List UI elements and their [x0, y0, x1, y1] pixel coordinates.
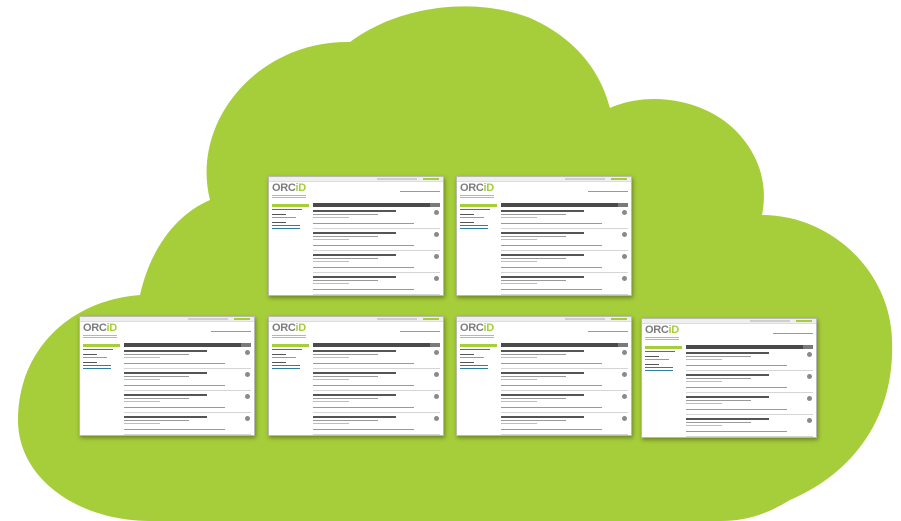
- more-icon: [434, 372, 439, 377]
- more-icon: [622, 372, 627, 377]
- employment-section: [313, 203, 440, 295]
- employment-entry: [313, 273, 440, 295]
- profile-sidebar: [645, 345, 682, 371]
- employment-entry: [124, 369, 251, 391]
- employment-entry: [686, 371, 813, 393]
- orcid-logo: ORCiD: [460, 322, 494, 334]
- employment-entry: [686, 415, 813, 437]
- orcid-id-bar: [83, 344, 120, 347]
- illustration-stage: ORCiD ORCiD ORCiD ORCiD ORCiD ORCiD: [0, 0, 901, 521]
- employment-entry: [501, 251, 628, 273]
- employment-entry: [124, 347, 251, 369]
- logo-tagline: [272, 195, 306, 201]
- logo-tagline: [272, 335, 306, 341]
- employment-entry: [501, 229, 628, 251]
- more-icon: [245, 350, 250, 355]
- more-icon: [245, 372, 250, 377]
- employment-entry: [124, 391, 251, 413]
- employment-entry: [313, 369, 440, 391]
- user-meta: [588, 191, 628, 192]
- employment-section: [124, 343, 251, 435]
- more-icon: [622, 416, 627, 421]
- orcid-profile-screenshot: ORCiD: [456, 176, 632, 296]
- employment-entry: [501, 413, 628, 435]
- more-icon: [434, 394, 439, 399]
- orcid-id-bar: [460, 204, 497, 207]
- more-icon: [807, 418, 812, 423]
- employment-section: [686, 345, 813, 437]
- employment-entry: [313, 207, 440, 229]
- orcid-id-bar: [645, 346, 682, 349]
- orcid-logo: ORCiD: [272, 182, 306, 194]
- more-icon: [622, 254, 627, 259]
- user-meta: [400, 191, 440, 192]
- orcid-id-bar: [460, 344, 497, 347]
- employment-entry: [124, 413, 251, 435]
- employment-entry: [313, 347, 440, 369]
- profile-sidebar: [83, 343, 120, 369]
- more-icon: [434, 416, 439, 421]
- more-icon: [622, 232, 627, 237]
- employment-section: [501, 203, 628, 295]
- orcid-logo: ORCiD: [272, 322, 306, 334]
- more-icon: [434, 254, 439, 259]
- more-icon: [622, 276, 627, 281]
- employment-entry: [501, 391, 628, 413]
- orcid-profile-screenshot: ORCiD: [641, 318, 817, 438]
- profile-sidebar: [460, 203, 497, 229]
- employment-entry: [313, 251, 440, 273]
- profile-sidebar: [272, 203, 309, 229]
- more-icon: [434, 210, 439, 215]
- more-icon: [434, 232, 439, 237]
- employment-entry: [313, 229, 440, 251]
- orcid-logo: ORCiD: [645, 324, 679, 336]
- employment-entry: [313, 391, 440, 413]
- orcid-profile-screenshot: ORCiD: [79, 316, 255, 436]
- orcid-profile-screenshot: ORCiD: [268, 176, 444, 296]
- logo-tagline: [83, 335, 117, 341]
- user-meta: [400, 331, 440, 332]
- orcid-id-bar: [272, 204, 309, 207]
- more-icon: [622, 210, 627, 215]
- logo-tagline: [460, 335, 494, 341]
- employment-entry: [686, 349, 813, 371]
- more-icon: [622, 350, 627, 355]
- more-icon: [434, 276, 439, 281]
- orcid-profile-screenshot: ORCiD: [268, 316, 444, 436]
- more-icon: [245, 416, 250, 421]
- employment-entry: [501, 369, 628, 391]
- cloud-shape: [18, 6, 893, 521]
- more-icon: [807, 352, 812, 357]
- logo-tagline: [645, 337, 679, 343]
- employment-entry: [501, 207, 628, 229]
- employment-entry: [686, 393, 813, 415]
- orcid-id-bar: [272, 344, 309, 347]
- user-meta: [588, 331, 628, 332]
- orcid-logo: ORCiD: [460, 182, 494, 194]
- more-icon: [807, 374, 812, 379]
- employment-entry: [501, 347, 628, 369]
- employment-entry: [501, 273, 628, 295]
- logo-tagline: [460, 195, 494, 201]
- more-icon: [245, 394, 250, 399]
- more-icon: [434, 350, 439, 355]
- profile-sidebar: [272, 343, 309, 369]
- employment-section: [501, 343, 628, 435]
- employment-section: [313, 343, 440, 435]
- profile-sidebar: [460, 343, 497, 369]
- orcid-profile-screenshot: ORCiD: [456, 316, 632, 436]
- user-meta: [211, 331, 251, 332]
- more-icon: [807, 396, 812, 401]
- user-meta: [773, 333, 813, 334]
- more-icon: [622, 394, 627, 399]
- orcid-logo: ORCiD: [83, 322, 117, 334]
- employment-entry: [313, 413, 440, 435]
